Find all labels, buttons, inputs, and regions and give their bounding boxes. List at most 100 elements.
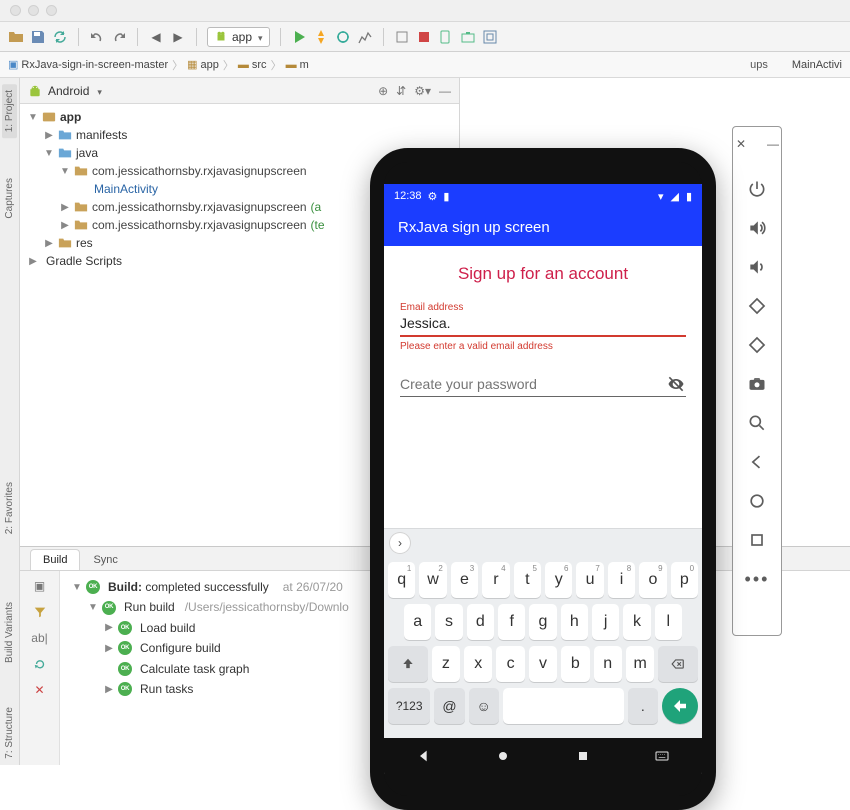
- stop-icon[interactable]: [416, 29, 432, 45]
- collapse-icon[interactable]: ⇵: [396, 84, 406, 98]
- key-z[interactable]: z: [432, 646, 460, 682]
- keyboard-suggestion-bar[interactable]: ›: [384, 528, 702, 556]
- expand-arrow-icon[interactable]: [44, 128, 54, 143]
- key-e[interactable]: e3: [451, 562, 478, 598]
- emu-power-icon[interactable]: [746, 178, 768, 200]
- key-t[interactable]: t5: [514, 562, 541, 598]
- nav-home-icon[interactable]: [488, 741, 518, 771]
- tree-node-app[interactable]: app: [24, 108, 455, 126]
- key-backspace[interactable]: [658, 646, 698, 682]
- key-emoji[interactable]: ☺: [469, 688, 499, 724]
- key-i[interactable]: i8: [608, 562, 635, 598]
- emu-minimize-icon[interactable]: —: [762, 133, 784, 155]
- crumb-root[interactable]: ▣ RxJava-sign-in-screen-master: [8, 58, 168, 71]
- key-s[interactable]: s: [435, 604, 462, 640]
- expand-tree-icon[interactable]: ▣: [34, 579, 45, 593]
- expand-arrow-icon[interactable]: [28, 254, 38, 269]
- build-run-build-line[interactable]: Run build /Users/jessicathornsby/Downlo: [68, 597, 349, 617]
- key-a[interactable]: a: [404, 604, 431, 640]
- side-tab-favorites[interactable]: 2: Favorites: [4, 482, 15, 534]
- side-tab-captures[interactable]: Captures: [4, 178, 15, 219]
- side-tab-project[interactable]: 1: Project: [2, 84, 17, 138]
- key-v[interactable]: v: [529, 646, 557, 682]
- traffic-zoom[interactable]: [46, 5, 57, 16]
- key-j[interactable]: j: [592, 604, 619, 640]
- build-configure-line[interactable]: Configure build: [68, 638, 349, 658]
- emu-volume-up-icon[interactable]: [746, 217, 768, 239]
- expand-arrow-icon[interactable]: [60, 218, 70, 233]
- visibility-off-icon[interactable]: [666, 374, 686, 394]
- profile-icon[interactable]: [357, 29, 373, 45]
- key-d[interactable]: d: [467, 604, 494, 640]
- nav-overview-icon[interactable]: [568, 741, 598, 771]
- editor-tab-label[interactable]: MainActivi: [792, 59, 842, 71]
- key-w[interactable]: w2: [419, 562, 446, 598]
- expand-arrow-icon[interactable]: [104, 681, 114, 698]
- key-k[interactable]: k: [623, 604, 650, 640]
- traffic-minimize[interactable]: [28, 5, 39, 16]
- key-y[interactable]: y6: [545, 562, 572, 598]
- crumb-src[interactable]: ▬ src: [238, 59, 267, 71]
- apply-changes-icon[interactable]: [313, 29, 329, 45]
- emu-volume-down-icon[interactable]: [746, 256, 768, 278]
- side-tab-structure[interactable]: 7: Structure: [4, 707, 15, 759]
- back-icon[interactable]: ◀: [148, 29, 164, 45]
- sync-icon[interactable]: [52, 29, 68, 45]
- build-tab-sync[interactable]: Sync: [80, 549, 130, 570]
- open-icon[interactable]: [8, 29, 24, 45]
- expand-arrow-icon[interactable]: [60, 164, 70, 179]
- filter-icon[interactable]: [33, 605, 47, 619]
- expand-arrow-icon[interactable]: [28, 110, 38, 125]
- key-p[interactable]: p0: [671, 562, 698, 598]
- debug-icon[interactable]: [335, 29, 351, 45]
- key-h[interactable]: h: [561, 604, 588, 640]
- expand-arrow-icon[interactable]: [88, 599, 98, 616]
- forward-icon[interactable]: ▶: [170, 29, 186, 45]
- crumb-app[interactable]: ▦ app: [187, 58, 219, 71]
- build-run-tasks-line[interactable]: Run tasks: [68, 679, 349, 699]
- emu-back-icon[interactable]: [746, 451, 768, 473]
- key-u[interactable]: u7: [576, 562, 603, 598]
- target-icon[interactable]: ⊕: [378, 84, 388, 98]
- key-g[interactable]: g: [529, 604, 556, 640]
- traffic-close[interactable]: [10, 5, 21, 16]
- key-r[interactable]: r4: [482, 562, 509, 598]
- restart-icon[interactable]: [33, 657, 47, 671]
- emu-home-icon[interactable]: [746, 490, 768, 512]
- run-config-selector[interactable]: app: [207, 27, 270, 47]
- key-at[interactable]: @: [434, 688, 464, 724]
- save-icon[interactable]: [30, 29, 46, 45]
- redo-icon[interactable]: [111, 29, 127, 45]
- emu-overview-icon[interactable]: [746, 529, 768, 551]
- key-symbols[interactable]: ?123: [388, 688, 430, 724]
- email-input[interactable]: [400, 313, 686, 337]
- chevron-right-icon[interactable]: ›: [390, 533, 410, 553]
- layout-inspector-icon[interactable]: [482, 29, 498, 45]
- side-tab-build-variants[interactable]: Build Variants: [4, 602, 15, 663]
- tree-node-manifests[interactable]: manifests: [24, 126, 455, 144]
- avd-manager-icon[interactable]: [438, 29, 454, 45]
- attach-debugger-icon[interactable]: [394, 29, 410, 45]
- expand-arrow-icon[interactable]: [60, 200, 70, 215]
- close-icon[interactable]: ✕: [34, 683, 44, 697]
- sdk-manager-icon[interactable]: [460, 29, 476, 45]
- hide-icon[interactable]: —: [439, 84, 451, 98]
- emu-screenshot-icon[interactable]: [746, 373, 768, 395]
- project-view-label[interactable]: Android: [48, 84, 89, 98]
- key-q[interactable]: q1: [388, 562, 415, 598]
- build-tree[interactable]: Build: completed successfully at 26/07/2…: [60, 571, 357, 765]
- run-icon[interactable]: [291, 29, 307, 45]
- key-o[interactable]: o9: [639, 562, 666, 598]
- build-root-line[interactable]: Build: completed successfully at 26/07/2…: [68, 577, 349, 597]
- key-f[interactable]: f: [498, 604, 525, 640]
- key-c[interactable]: c: [496, 646, 524, 682]
- key-m[interactable]: m: [626, 646, 654, 682]
- undo-icon[interactable]: [89, 29, 105, 45]
- key-enter[interactable]: [662, 688, 698, 724]
- crumb-m[interactable]: ▬ m: [286, 59, 309, 71]
- expand-arrow-icon[interactable]: [44, 146, 54, 161]
- emu-zoom-icon[interactable]: [746, 412, 768, 434]
- dropdown-arrow-icon[interactable]: [95, 84, 102, 98]
- nav-keyboard-icon[interactable]: [647, 741, 677, 771]
- key-n[interactable]: n: [594, 646, 622, 682]
